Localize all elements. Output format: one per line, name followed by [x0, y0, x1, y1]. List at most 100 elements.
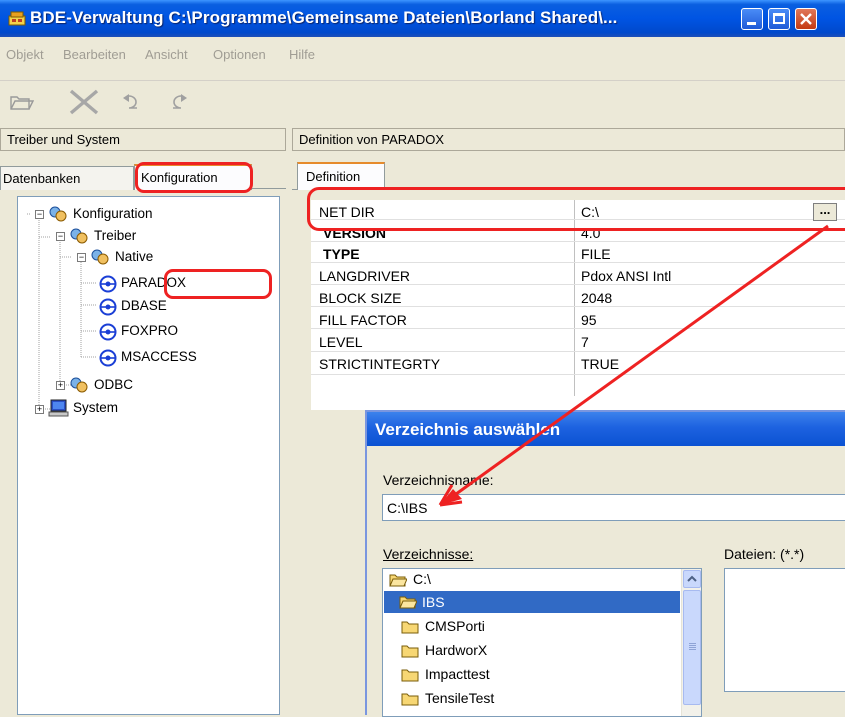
directory-name-input[interactable]: C:\IBS — [382, 494, 845, 521]
tree-item-system[interactable]: + System — [18, 399, 278, 419]
directory-name-label: Verzeichnisname: — [383, 472, 494, 488]
collapse-icon[interactable]: − — [35, 210, 44, 219]
tree-item-odbc[interactable]: + ODBC — [18, 376, 278, 396]
tree-label: Native — [115, 249, 154, 264]
tree-label: ODBC — [94, 377, 134, 392]
tree-item-native[interactable]: − Native — [18, 248, 278, 268]
files-list[interactable] — [724, 568, 845, 692]
menu-bearbeiten[interactable]: Bearbeiten — [63, 47, 126, 62]
folders-list[interactable]: C:\ IBS CMSPorti HardworX Impacttest Ten… — [382, 568, 702, 717]
menu-optionen[interactable]: Optionen — [213, 47, 266, 62]
menu-objekt[interactable]: Objekt — [6, 47, 44, 62]
right-panel-header: Definition von PARADOX — [292, 128, 845, 151]
driver-icon — [99, 323, 117, 341]
folder-item[interactable]: TensileTest — [383, 687, 681, 709]
folder-icon — [401, 621, 419, 634]
folder-label: CMSPorti — [425, 618, 485, 634]
tree-item-foxpro[interactable]: FOXPRO — [18, 322, 278, 342]
row-value-langdriver[interactable]: Pdox ANSI Intl — [581, 268, 671, 287]
title-bar[interactable]: BDE-Verwaltung C:\Programme\Gemeinsame D… — [0, 0, 845, 37]
folders-scrollbar[interactable] — [681, 569, 701, 716]
odbc-icon — [70, 377, 88, 393]
folder-item-selected[interactable]: IBS — [384, 591, 680, 613]
row-key-type: TYPE — [323, 246, 360, 262]
tree-label: Treiber — [94, 228, 137, 243]
row-value-level[interactable]: 7 — [581, 334, 589, 353]
driver-group-icon — [70, 228, 88, 244]
tree-item-treiber[interactable]: − Treiber — [18, 227, 278, 247]
menu-hilfe[interactable]: Hilfe — [289, 47, 315, 62]
collapse-icon[interactable]: − — [56, 232, 65, 241]
tree-label: System — [73, 400, 119, 415]
folder-icon — [401, 693, 419, 706]
tab-definition-label: Definition — [306, 169, 361, 184]
definition-grid[interactable]: NET DIR C:\ ... VERSION 4.0 TYPE FILE LA… — [311, 200, 845, 410]
redo-icon[interactable] — [163, 92, 189, 110]
tab-datenbanken-label: Datenbanken — [3, 171, 81, 186]
open-folder-icon — [389, 574, 407, 587]
driver-icon — [99, 298, 117, 316]
tree-label: FOXPRO — [121, 323, 179, 338]
row-value-block-size[interactable]: 2048 — [581, 290, 612, 309]
folder-icon — [401, 669, 419, 682]
tree-item-msaccess[interactable]: MSACCESS — [18, 348, 278, 368]
tab-datenbanken[interactable]: Datenbanken — [0, 166, 134, 190]
toolbar — [0, 82, 845, 122]
scroll-up-button[interactable] — [683, 570, 701, 588]
expand-icon[interactable]: + — [56, 381, 65, 390]
files-label: Dateien: (*.*) — [724, 546, 805, 562]
computer-icon — [48, 399, 69, 417]
app-icon — [8, 11, 26, 26]
window-title: BDE-Verwaltung C:\Programme\Gemeinsame D… — [30, 8, 618, 27]
maximize-button[interactable] — [768, 8, 790, 30]
close-icon — [800, 13, 812, 25]
native-group-icon — [91, 249, 109, 265]
row-key-fill-factor: FILL FACTOR — [319, 312, 407, 328]
menu-bar: Objekt Bearbeiten Ansicht Optionen Hilfe — [0, 37, 845, 81]
expand-icon[interactable]: + — [35, 405, 44, 414]
annotation-konfiguration-tab — [135, 162, 253, 193]
row-value-fill-factor[interactable]: 95 — [581, 312, 597, 331]
folder-label: C:\ — [413, 571, 431, 587]
select-directory-dialog: Verzeichnis auswählen Verzeichnisname: C… — [365, 410, 845, 717]
minimize-icon — [747, 22, 756, 25]
tree-item-dbase[interactable]: DBASE — [18, 297, 278, 317]
scroll-thumb[interactable] — [683, 590, 701, 705]
folder-label: IBS — [422, 594, 445, 610]
maximize-icon — [773, 13, 785, 24]
row-key-langdriver: LANGDRIVER — [319, 268, 411, 284]
row-value-strictintegrty[interactable]: TRUE — [581, 356, 619, 375]
tree-label: MSACCESS — [121, 349, 197, 364]
config-icon — [49, 206, 67, 222]
folder-item[interactable]: CMSPorti — [383, 615, 681, 637]
open-folder-icon — [399, 596, 417, 609]
close-button[interactable] — [795, 8, 817, 30]
folder-label: Impacttest — [425, 666, 490, 682]
menu-ansicht[interactable]: Ansicht — [145, 47, 188, 62]
folders-label: Verzeichnisse: — [383, 546, 474, 562]
row-key-block-size: BLOCK SIZE — [319, 290, 402, 306]
folder-label: HardworX — [425, 642, 488, 658]
folder-item[interactable]: Impacttest — [383, 663, 681, 685]
dialog-title: Verzeichnis auswählen — [367, 412, 845, 446]
driver-icon — [99, 275, 117, 293]
folder-item[interactable]: C:\ — [383, 569, 681, 590]
tree-label: DBASE — [121, 298, 167, 313]
undo-icon[interactable] — [121, 92, 147, 110]
row-key-strictintegrty: STRICTINTEGRTY — [319, 356, 441, 372]
annotation-paradox — [164, 269, 272, 299]
tree-item-konfiguration[interactable]: − Konfiguration — [18, 205, 278, 225]
minimize-button[interactable] — [741, 8, 763, 30]
folder-item[interactable]: HardworX — [383, 639, 681, 661]
left-panel-header: Treiber und System — [0, 128, 286, 151]
collapse-icon[interactable]: − — [77, 253, 86, 262]
tree-label: Konfiguration — [73, 206, 153, 221]
delete-icon[interactable] — [67, 88, 101, 116]
folder-icon — [401, 645, 419, 658]
row-key-level: LEVEL — [319, 334, 363, 350]
annotation-net-dir — [307, 187, 845, 231]
open-icon[interactable] — [8, 90, 34, 112]
tab-definition[interactable]: Definition — [297, 162, 385, 190]
driver-icon — [99, 349, 117, 367]
row-value-type[interactable]: FILE — [581, 246, 611, 265]
